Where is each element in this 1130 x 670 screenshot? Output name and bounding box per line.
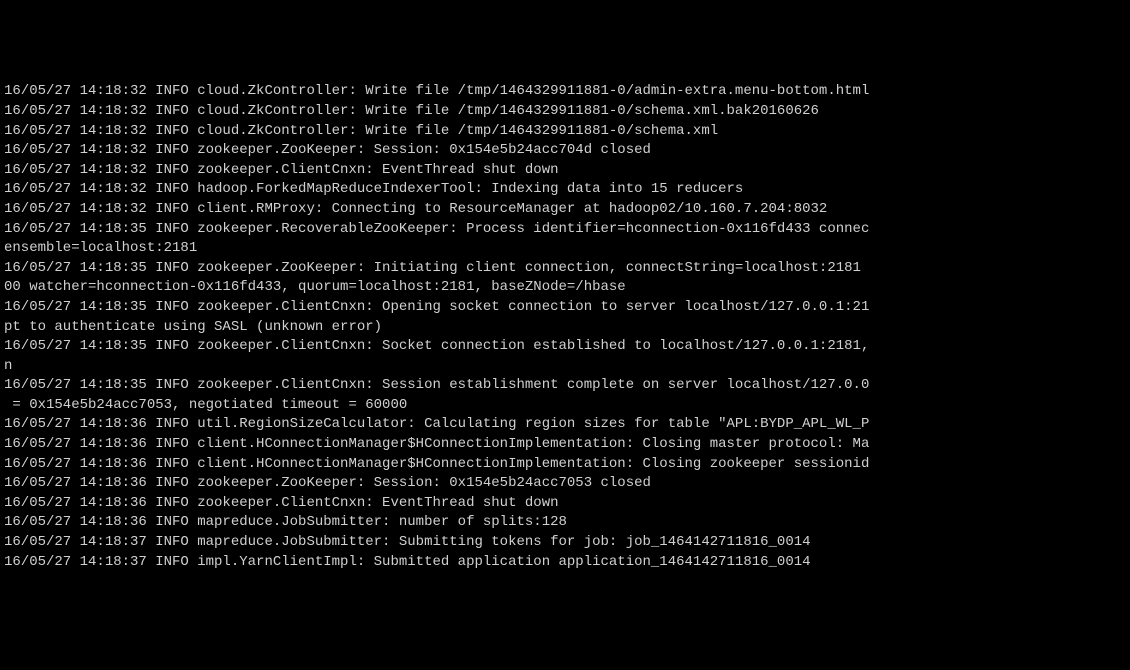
log-line: 16/05/27 14:18:36 INFO zookeeper.ZooKeep… xyxy=(4,474,1126,494)
log-line: 16/05/27 14:18:32 INFO client.RMProxy: C… xyxy=(4,200,1126,220)
log-line: 16/05/27 14:18:32 INFO zookeeper.ZooKeep… xyxy=(4,141,1126,161)
log-line: 16/05/27 14:18:36 INFO client.HConnectio… xyxy=(4,435,1126,455)
log-line: 16/05/27 14:18:32 INFO cloud.ZkControlle… xyxy=(4,82,1126,102)
log-line: 16/05/27 14:18:35 INFO zookeeper.ClientC… xyxy=(4,337,1126,357)
log-line: 16/05/27 14:18:35 INFO zookeeper.ClientC… xyxy=(4,376,1126,396)
log-line: 16/05/27 14:18:36 INFO zookeeper.ClientC… xyxy=(4,494,1126,514)
log-line: 16/05/27 14:18:36 INFO mapreduce.JobSubm… xyxy=(4,513,1126,533)
log-line: 00 watcher=hconnection-0x116fd433, quoru… xyxy=(4,278,1126,298)
log-line: ensemble=localhost:2181 xyxy=(4,239,1126,259)
log-line: 16/05/27 14:18:35 INFO zookeeper.Recover… xyxy=(4,220,1126,240)
log-line: 16/05/27 14:18:36 INFO util.RegionSizeCa… xyxy=(4,415,1126,435)
log-line: 16/05/27 14:18:36 INFO client.HConnectio… xyxy=(4,455,1126,475)
log-line: 16/05/27 14:18:32 INFO hadoop.ForkedMapR… xyxy=(4,180,1126,200)
log-line: 16/05/27 14:18:32 INFO cloud.ZkControlle… xyxy=(4,122,1126,142)
log-line: 16/05/27 14:18:37 INFO impl.YarnClientIm… xyxy=(4,553,1126,573)
log-line: 16/05/27 14:18:37 INFO mapreduce.JobSubm… xyxy=(4,533,1126,553)
log-line: 16/05/27 14:18:35 INFO zookeeper.ZooKeep… xyxy=(4,259,1126,279)
log-line: 16/05/27 14:18:32 INFO zookeeper.ClientC… xyxy=(4,161,1126,181)
log-line: n xyxy=(4,357,1126,377)
terminal-log-output: 16/05/27 14:18:32 INFO cloud.ZkControlle… xyxy=(4,82,1126,572)
log-line: 16/05/27 14:18:35 INFO zookeeper.ClientC… xyxy=(4,298,1126,318)
log-line: pt to authenticate using SASL (unknown e… xyxy=(4,318,1126,338)
log-line: = 0x154e5b24acc7053, negotiated timeout … xyxy=(4,396,1126,416)
log-line: 16/05/27 14:18:32 INFO cloud.ZkControlle… xyxy=(4,102,1126,122)
